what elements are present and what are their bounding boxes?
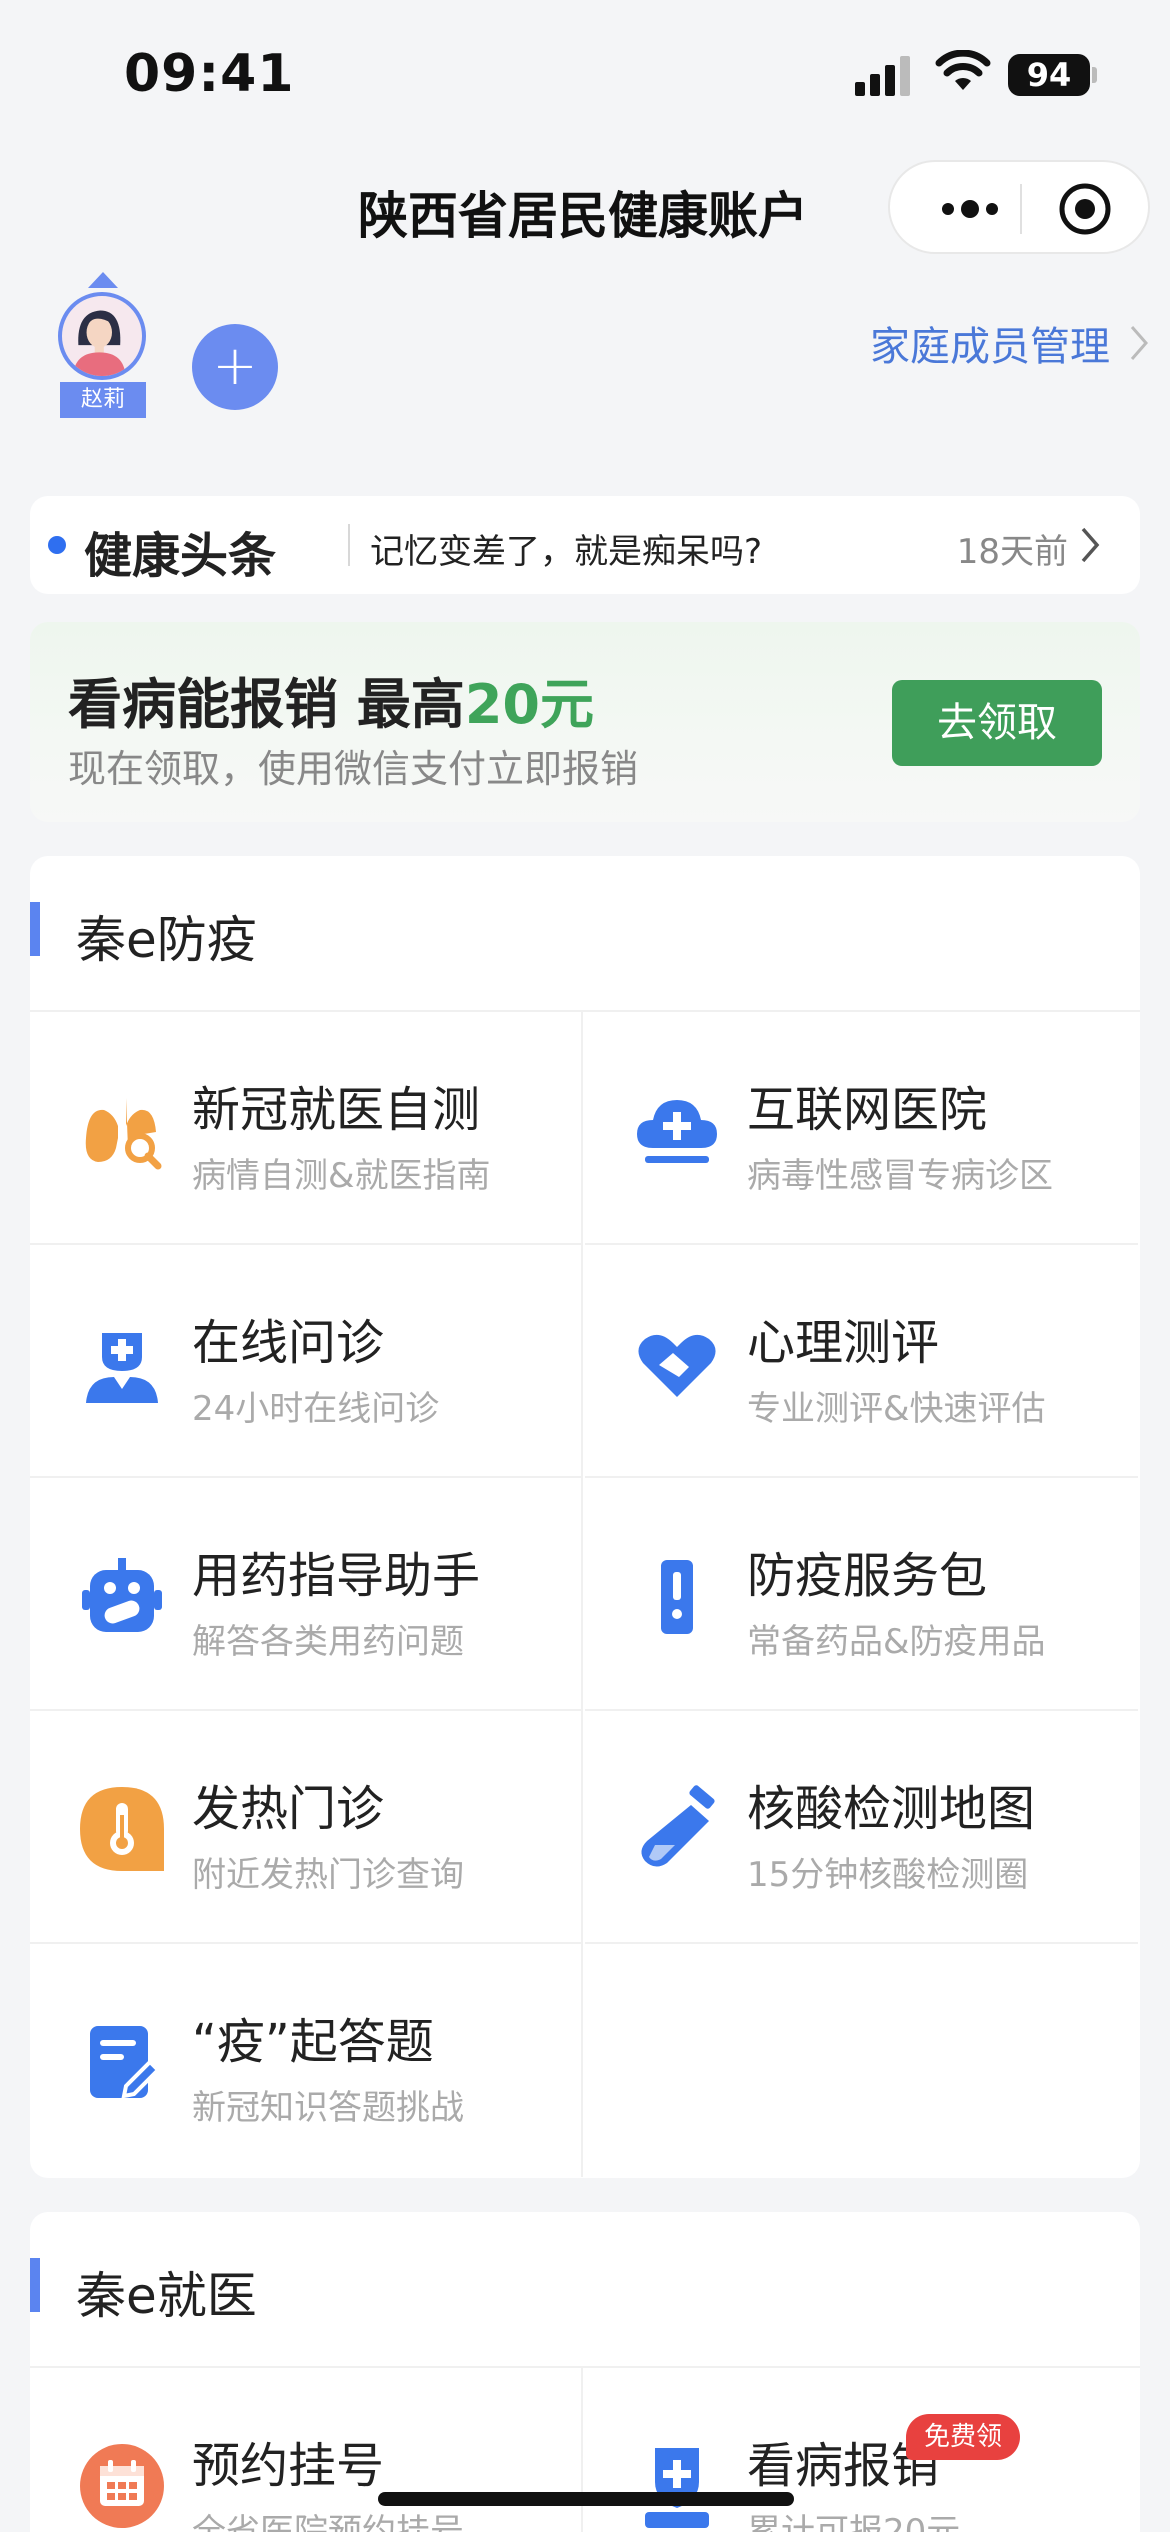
reimbursement-banner[interactable]: 看病能报销 最高20元 现在领取，使用微信支付立即报销 去领取	[30, 622, 1140, 822]
avatar-icon	[72, 310, 126, 376]
shield-cross-icon	[645, 2448, 709, 2528]
section-header: 秦e防疫	[30, 856, 1140, 1012]
empty-cell	[585, 1944, 1138, 2177]
banner-amount: 20元	[464, 673, 594, 736]
robot-icon	[82, 1558, 162, 1632]
headline-time: 18天前	[956, 532, 1068, 572]
service-title: 新冠就医自测	[192, 1082, 481, 1138]
avatar	[58, 292, 146, 380]
service-fever-clinic[interactable]: 发热门诊 附近发热门诊查询	[30, 1711, 583, 1944]
section-accent-bar	[30, 2258, 40, 2312]
wifi-icon	[935, 50, 991, 90]
more-icon[interactable]	[930, 184, 1010, 234]
service-appointment[interactable]: 预约挂号 全省医院预约挂号	[30, 2368, 583, 2532]
lungs-icon	[85, 1098, 162, 1170]
service-subtitle: 24小时在线问诊	[192, 1389, 440, 1429]
miniprogram-capsule	[888, 160, 1150, 254]
service-quiz[interactable]: “疫”起答题 新冠知识答题挑战	[30, 1944, 583, 2177]
service-subtitle: 全省医院预约挂号	[192, 2512, 464, 2532]
doctor-icon	[86, 1333, 158, 1403]
service-subtitle: 附近发热门诊查询	[192, 1855, 464, 1895]
chevron-right-icon	[1130, 326, 1148, 360]
thermometer-icon	[80, 1787, 164, 1871]
banner-title: 看病能报销 最高20元	[68, 673, 594, 736]
service-title: 预约挂号	[192, 2438, 385, 2494]
service-title: “疫”起答题	[192, 2014, 434, 2070]
service-subtitle: 15分钟核酸检测圈	[747, 1855, 1029, 1895]
headline-divider	[348, 524, 350, 566]
service-psych-eval[interactable]: 心理测评 专业测评&快速评估	[585, 1245, 1138, 1478]
capsule-divider	[1020, 184, 1022, 234]
service-title: 在线问诊	[192, 1315, 385, 1371]
add-member-button[interactable]: +	[192, 324, 278, 410]
service-nucleic-test-map[interactable]: 核酸检测地图 15分钟核酸检测圈	[585, 1711, 1138, 1944]
section-epidemic: 秦e防疫 新冠就医自测 病情自测&就医指南 互联网医院 病毒性感冒专病诊区 在线…	[30, 856, 1140, 2178]
service-title: 用药指导助手	[192, 1548, 481, 1604]
chevron-right-icon	[1081, 527, 1100, 563]
medicine-bottle-icon	[661, 1560, 693, 1634]
service-internet-hospital[interactable]: 互联网医院 病毒性感冒专病诊区	[585, 1012, 1138, 1245]
status-time: 09:41	[124, 44, 295, 104]
member-name: 赵莉	[60, 382, 146, 418]
quiz-edit-icon	[90, 2026, 161, 2099]
banner-subtitle: 现在领取，使用微信支付立即报销	[68, 747, 639, 791]
service-subtitle: 专业测评&快速评估	[747, 1389, 1046, 1429]
service-subtitle: 病毒性感冒专病诊区	[747, 1156, 1053, 1196]
home-indicator	[378, 2492, 794, 2506]
service-title: 核酸检测地图	[747, 1781, 1036, 1837]
cloud-cross-icon	[637, 1100, 717, 1163]
section-title: 秦e防疫	[76, 911, 257, 969]
section-accent-bar	[30, 902, 40, 956]
test-tube-icon	[641, 1785, 715, 1867]
family-member-selected[interactable]: 赵莉	[58, 272, 150, 422]
free-badge: 免费领	[906, 2414, 1021, 2460]
battery-indicator: 94	[1008, 54, 1090, 96]
section-medical: 秦e就医 预约挂号 全省医院预约挂号 看病报销 累计可报20元	[30, 2212, 1140, 2532]
claim-button[interactable]: 去领取	[892, 680, 1102, 766]
service-medication-assistant[interactable]: 用药指导助手 解答各类用药问题	[30, 1478, 583, 1711]
family-manage-link[interactable]: 家庭成员管理	[870, 314, 1150, 372]
headline-dot	[48, 536, 66, 554]
signal-icon	[855, 56, 910, 96]
section-header: 秦e就医	[30, 2212, 1140, 2368]
service-subtitle: 病情自测&就医指南	[192, 1156, 491, 1196]
heart-handshake-icon	[638, 1334, 716, 1397]
service-online-consult[interactable]: 在线问诊 24小时在线问诊	[30, 1245, 583, 1478]
selected-indicator	[88, 272, 118, 288]
service-subtitle: 解答各类用药问题	[192, 1622, 464, 1662]
status-bar: 09:41 94	[0, 0, 1170, 150]
section-title: 秦e就医	[76, 2267, 257, 2325]
service-epidemic-kit[interactable]: 防疫服务包 常备药品&防疫用品	[585, 1478, 1138, 1711]
service-subtitle: 累计可报20元	[747, 2512, 961, 2532]
headline-tag: 健康头条	[84, 528, 277, 584]
calendar-icon	[80, 2444, 164, 2528]
service-subtitle: 新冠知识答题挑战	[192, 2088, 464, 2128]
family-manage-label: 家庭成员管理	[870, 324, 1110, 370]
service-title: 互联网医院	[747, 1082, 988, 1138]
service-title: 发热门诊	[192, 1781, 385, 1837]
service-covid-selftest[interactable]: 新冠就医自测 病情自测&就医指南	[30, 1012, 583, 1245]
close-miniprogram-icon[interactable]	[1058, 182, 1112, 236]
service-title: 防疫服务包	[747, 1548, 988, 1604]
service-title: 心理测评	[747, 1315, 940, 1371]
headline-text[interactable]: 记忆变差了，就是痴呆吗?	[370, 524, 762, 573]
service-reimbursement[interactable]: 看病报销 累计可报20元	[585, 2368, 1138, 2532]
service-subtitle: 常备药品&防疫用品	[747, 1622, 1046, 1662]
health-headline-bar[interactable]: 健康头条 记忆变差了，就是痴呆吗? 18天前	[30, 496, 1140, 594]
battery-tip	[1092, 67, 1097, 83]
